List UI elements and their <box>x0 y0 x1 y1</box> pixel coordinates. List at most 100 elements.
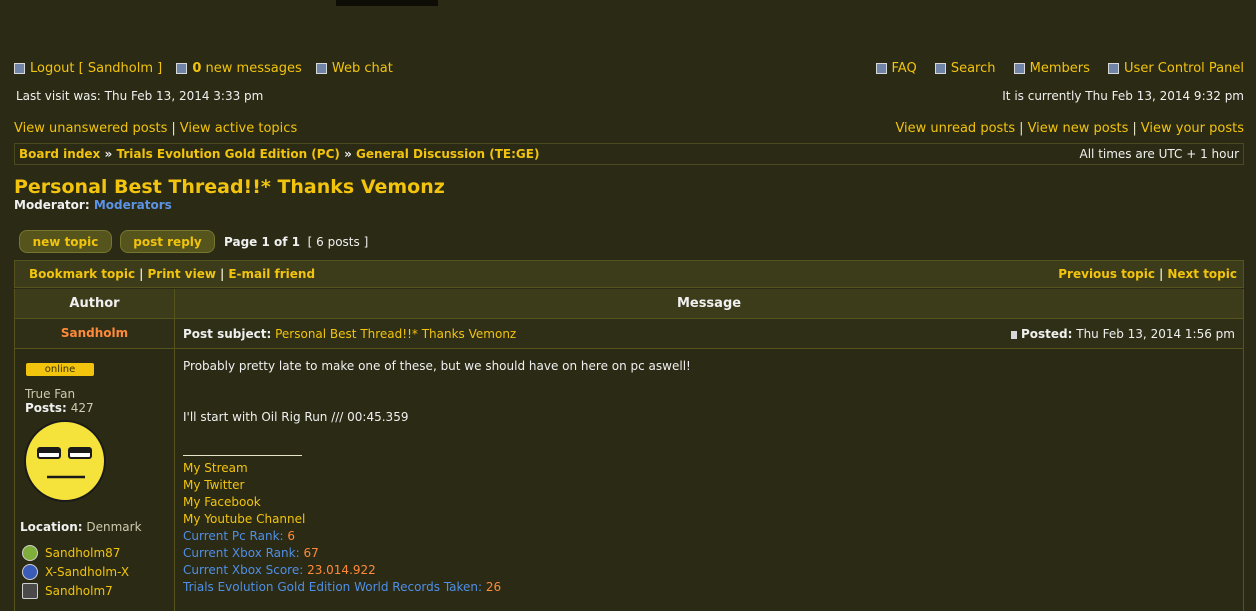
gamertag-label: X-Sandholm-X <box>45 565 130 579</box>
header-banner-edge <box>336 0 438 6</box>
breadcrumb-forum[interactable]: General Discussion (TE:GE) <box>356 147 539 161</box>
help-icon <box>875 63 887 74</box>
my-youtube-link[interactable]: My Youtube Channel <box>183 512 305 526</box>
post-subject-label: Post subject: <box>183 327 272 341</box>
search-label: Search <box>950 61 996 76</box>
faq-link[interactable]: FAQ <box>875 61 917 76</box>
post-subject: Post subject: Personal Best Thread!!* Th… <box>183 327 516 341</box>
posts-count: [ 6 posts ] <box>307 235 369 249</box>
members-label: Members <box>1029 61 1090 76</box>
logout-link[interactable]: Logout [ Sandholm ] <box>14 61 162 76</box>
messages-link[interactable]: 0 new messages <box>176 61 302 76</box>
ucp-label: User Control Panel <box>1124 61 1244 76</box>
signature-stat: Current Xbox Rank: 67 <box>183 546 319 560</box>
post-body-line: I'll start with Oil Rig Run /// 00:45.35… <box>183 410 409 424</box>
ucp-link[interactable]: User Control Panel <box>1108 61 1244 76</box>
signature-stat: Trials Evolution Gold Edition World Reco… <box>183 580 501 594</box>
web-chat-link[interactable]: Web chat <box>315 61 393 76</box>
post-date: Posted: Thu Feb 13, 2014 1:56 pm <box>1010 327 1235 341</box>
post-reply-button[interactable]: post reply <box>120 230 215 253</box>
faq-label: FAQ <box>891 61 917 76</box>
breadcrumb-forum-parent[interactable]: Trials Evolution Gold Edition (PC) <box>116 147 339 161</box>
current-time-text: It is currently Thu Feb 13, 2014 9:32 pm <box>1002 89 1244 103</box>
stat-value: 6 <box>287 529 296 543</box>
posted-label: Posted: <box>1020 327 1073 341</box>
post-table-header: Author Message <box>15 289 1243 319</box>
moderator-line: Moderator: Moderators <box>14 198 172 212</box>
my-facebook-link[interactable]: My Facebook <box>183 495 261 509</box>
post-table: Author Message Sandholm Post subject: Pe… <box>14 289 1244 611</box>
stat-label: Current Pc Rank: <box>183 529 288 543</box>
inbox-icon <box>176 63 188 74</box>
email-friend-link[interactable]: E-mail friend <box>228 267 315 281</box>
next-topic-link[interactable]: Next topic <box>1167 267 1237 281</box>
members-link[interactable]: Members <box>1013 61 1090 76</box>
new-messages-count: 0 <box>192 61 202 76</box>
quick-links: View unanswered posts | View active topics… <box>14 121 1244 136</box>
location-label: Location: <box>20 520 83 534</box>
stat-value: 26 <box>485 580 502 594</box>
topic-actions-right: Previous topic | Next topic <box>1058 267 1237 281</box>
post-permalink-icon[interactable] <box>1010 331 1017 339</box>
bookmark-topic-link[interactable]: Bookmark topic <box>29 267 135 281</box>
message-column-header: Message <box>676 296 742 311</box>
user-nav-bar: Logout [ Sandholm ] 0 new messages Web c… <box>14 61 1244 78</box>
members-list-icon <box>1013 63 1025 74</box>
moderators-link[interactable]: Moderators <box>94 198 172 212</box>
unanswered-posts-link[interactable]: View unanswered posts <box>14 121 167 136</box>
signature-stat: Current Xbox Score: 23.014.922 <box>183 563 376 577</box>
playstation-icon <box>22 564 38 580</box>
post-content: Probably pretty late to make one of thes… <box>183 349 1235 611</box>
stat-value: 23.014.922 <box>307 563 376 577</box>
post-header-row: Sandholm Post subject: Personal Best Thr… <box>15 319 1243 349</box>
unread-posts-link[interactable]: View unread posts <box>895 121 1015 136</box>
page-title[interactable]: Personal Best Thread!!* Thanks Vemonz <box>14 176 445 198</box>
search-link[interactable]: Search <box>934 61 996 76</box>
xbox-icon <box>22 545 38 561</box>
last-visit-text: Last visit was: Thu Feb 13, 2014 3:33 pm <box>16 89 264 103</box>
breadcrumb-trail: Board index » Trials Evolution Gold Edit… <box>19 147 539 161</box>
post-author-profile: online True Fan Posts: 427 Location: Den… <box>15 349 175 611</box>
stat-value: 67 <box>303 546 319 560</box>
signature-divider <box>183 455 302 456</box>
posts-value: 427 <box>70 401 94 415</box>
posted-time: Thu Feb 13, 2014 1:56 pm <box>1076 327 1235 341</box>
quick-links-right: View unread posts | View new posts | View yo… <box>895 121 1244 136</box>
psn-id-link[interactable]: X-Sandholm-X <box>22 564 129 580</box>
xbox-gamertag-link[interactable]: Sandholm87 <box>22 545 120 561</box>
my-stream-link[interactable]: My Stream <box>183 461 248 475</box>
online-status-badge: online <box>26 363 94 376</box>
signature-stat: Current Pc Rank: 6 <box>183 529 295 543</box>
user-panel-icon <box>1108 63 1120 74</box>
post-subject-link[interactable]: Personal Best Thread!!* Thanks Vemonz <box>275 327 516 341</box>
logout-icon <box>14 63 25 74</box>
user-nav-left: Logout [ Sandholm ] 0 new messages Web c… <box>14 61 403 78</box>
post-author-link[interactable]: Sandholm <box>15 319 175 348</box>
quick-links-left: View unanswered posts | View active topics <box>14 121 298 136</box>
breadcrumb-board-index[interactable]: Board index <box>19 147 100 161</box>
previous-topic-link[interactable]: Previous topic <box>1058 267 1155 281</box>
steam-id-link[interactable]: Sandholm7 <box>22 583 113 599</box>
breadcrumb-separator: » <box>344 147 352 161</box>
my-twitter-link[interactable]: My Twitter <box>183 478 245 492</box>
user-post-count: Posts: 427 <box>25 401 94 415</box>
new-posts-link[interactable]: View new posts <box>1028 121 1129 136</box>
breadcrumb-separator: » <box>104 147 113 161</box>
web-chat-label: Web chat <box>331 61 393 76</box>
location-value: Denmark <box>86 520 142 534</box>
your-posts-link[interactable]: View your posts <box>1141 121 1244 136</box>
steam-icon <box>22 583 38 599</box>
stat-label: Current Xbox Score: <box>183 563 308 577</box>
new-messages-label: new messages <box>201 61 302 76</box>
active-topics-link[interactable]: View active topics <box>180 121 297 136</box>
avatar <box>24 420 106 502</box>
page-label: Page 1 of 1 <box>224 235 300 249</box>
moderator-label: Moderator: <box>14 198 90 212</box>
posts-label: Posts: <box>25 401 67 415</box>
new-topic-button[interactable]: new topic <box>19 230 112 253</box>
print-view-link[interactable]: Print view <box>147 267 215 281</box>
timezone-text: All times are UTC + 1 hour <box>1079 147 1240 161</box>
gamertag-label: Sandholm87 <box>45 546 121 560</box>
topic-actions-left: Bookmark topic | Print view | E-mail friend <box>29 267 316 281</box>
gamertag-label: Sandholm7 <box>45 584 113 598</box>
